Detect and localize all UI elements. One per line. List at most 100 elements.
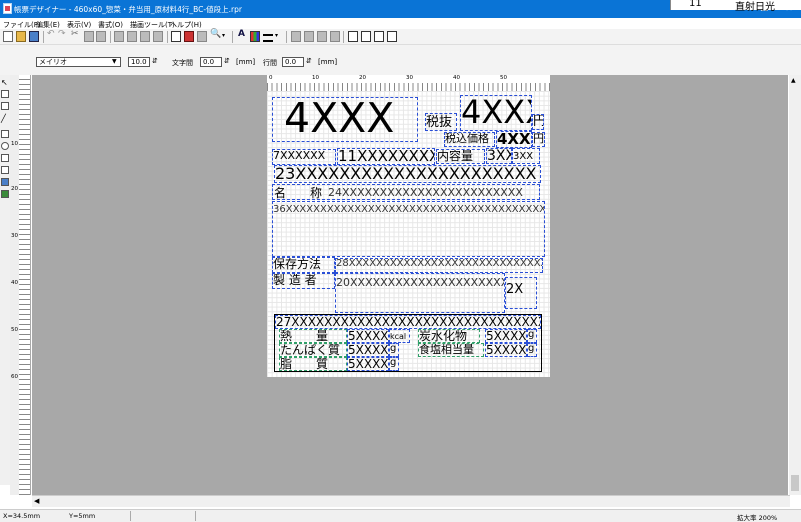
- font-size-input[interactable]: 10.0: [128, 57, 150, 67]
- v-ruler-mark: 20: [11, 186, 18, 192]
- table-icon[interactable]: [197, 31, 207, 42]
- vertical-scrollbar[interactable]: ▲: [789, 75, 801, 495]
- zoom-dropdown-icon[interactable]: ▾: [222, 32, 232, 43]
- g2-field[interactable]: g: [389, 343, 399, 357]
- h-ruler-mark: 40: [453, 75, 460, 81]
- g1-field[interactable]: g: [527, 329, 537, 343]
- image-tool-icon[interactable]: [1, 190, 9, 198]
- field-27[interactable]: 27XXXXXXXXXXXXXXXXXXXXXXXXXXXXXXXX: [275, 315, 541, 329]
- align-icon-3[interactable]: [140, 31, 150, 42]
- undo-icon[interactable]: ↶: [47, 29, 57, 40]
- tanpaku-field[interactable]: たんぱく質: [279, 343, 347, 357]
- field-36[interactable]: 36XXXXXXXXXXXXXXXXXXXXXXXXXXXXXXXXXXXXXX…: [272, 201, 545, 257]
- barcode-tool-icon[interactable]: [1, 102, 9, 110]
- field-28[interactable]: 28XXXXXXXXXXXXXXXXXXXXXXXXXXXXXX: [335, 258, 543, 273]
- column-tool-icon[interactable]: [1, 166, 9, 174]
- frame-icon-2[interactable]: [361, 31, 371, 42]
- line-tool-icon[interactable]: ╱: [1, 114, 9, 123]
- field-3b[interactable]: 3XX: [512, 148, 540, 164]
- frame-icon-4[interactable]: [387, 31, 397, 42]
- field-2x[interactable]: 2X: [505, 277, 537, 309]
- field-20[interactable]: 20XXXXXXXXXXXXXXXXXXXXXX: [335, 273, 505, 313]
- scroll-left-icon[interactable]: ◀: [34, 497, 39, 505]
- text-tool-icon[interactable]: [1, 90, 9, 98]
- redo-icon[interactable]: ↷: [58, 29, 68, 40]
- shokuen-field[interactable]: 食塩相当量: [418, 343, 484, 357]
- label-paper[interactable]: 4XXX 税抜 4XXX 円 税込価格（ 4XXX 円） 7XXXXXX 11X…: [267, 91, 550, 377]
- naiyoryo-field[interactable]: 内容量: [436, 149, 485, 164]
- line-dropdown-icon[interactable]: ▾: [275, 32, 285, 43]
- price-big-field[interactable]: 4XXX: [460, 95, 532, 131]
- align-icon-2[interactable]: [127, 31, 137, 42]
- char-spacing-input[interactable]: 0.0: [200, 57, 222, 67]
- field-tool-icon[interactable]: [1, 154, 9, 162]
- meisho-row[interactable]: 名 称 24XXXXXXXXXXXXXXXXXXXXXXXX: [272, 184, 540, 200]
- line-spacing-label: 行間: [263, 59, 277, 67]
- yen-close-field[interactable]: 円）: [532, 132, 545, 147]
- font-name-select[interactable]: メイリオ: [36, 57, 121, 67]
- zeinuki-field[interactable]: 税抜: [425, 113, 457, 131]
- save-icon[interactable]: [29, 31, 39, 42]
- g3-field[interactable]: g: [527, 343, 537, 357]
- behind-number: 11: [689, 0, 702, 9]
- kcal-field[interactable]: kcal: [389, 329, 410, 343]
- tanka-field[interactable]: 炭水化物: [418, 329, 480, 343]
- hozon-field[interactable]: 保存方法: [272, 257, 335, 273]
- seizosha-field[interactable]: 製 造 者: [272, 273, 335, 289]
- font-color-icon[interactable]: A: [238, 29, 248, 40]
- picture-icon[interactable]: [184, 31, 194, 42]
- v2-field[interactable]: 5XXXX: [485, 329, 527, 343]
- fill-color-icon[interactable]: [250, 31, 260, 42]
- rectangle-tool-icon[interactable]: [1, 130, 9, 138]
- shishitsu-field[interactable]: 脂 質: [279, 357, 347, 371]
- zeikomi-label-field[interactable]: 税込価格（: [444, 132, 495, 147]
- line-spacing-input[interactable]: 0.0: [282, 57, 304, 67]
- line-spacing-spinner-icon[interactable]: ⇵: [306, 57, 312, 65]
- netsu-field[interactable]: 熱 量: [279, 329, 347, 343]
- v1-field[interactable]: 5XXXX: [347, 329, 389, 343]
- ellipse-tool-icon[interactable]: [1, 142, 9, 150]
- status-x: X=34.5mm: [3, 512, 41, 520]
- chevron-down-icon[interactable]: ▼: [112, 58, 117, 65]
- align-icon-4[interactable]: [153, 31, 163, 42]
- paste-icon[interactable]: [96, 31, 106, 42]
- field-23[interactable]: 23XXXXXXXXXXXXXXXXXXXXXX: [274, 165, 541, 183]
- copy-icon[interactable]: [84, 31, 94, 42]
- new-file-icon[interactable]: [3, 31, 13, 42]
- v5-field[interactable]: 5XXXX: [347, 357, 389, 371]
- h-ruler-mark: 0: [269, 75, 273, 81]
- yen-field[interactable]: 円: [532, 114, 544, 130]
- horizontal-scrollbar[interactable]: ◀: [32, 495, 790, 507]
- menu-bar: ファイル(F) 編集(E) 表示(V) 書式(O) 描画ツール(T) ヘルプ(H…: [0, 18, 801, 29]
- text-align-left-icon[interactable]: [291, 31, 301, 42]
- char-spacing-spinner-icon[interactable]: ⇵: [224, 57, 230, 65]
- cut-icon[interactable]: ✂: [71, 29, 81, 40]
- font-size-spinner-icon[interactable]: ⇵: [152, 57, 158, 65]
- v3-field[interactable]: 5XXXX: [347, 343, 389, 357]
- zoom-icon[interactable]: 🔍: [210, 29, 221, 40]
- text-align-right-icon[interactable]: [317, 31, 327, 42]
- align-icon-1[interactable]: [114, 31, 124, 42]
- v-ruler-mark: 10: [11, 141, 18, 147]
- draw-tool-palette: ↖ ╱: [0, 75, 10, 485]
- text-align-center-icon[interactable]: [304, 31, 314, 42]
- field-24: 24XXXXXXXXXXXXXXXXXXXXXXXX: [328, 186, 523, 199]
- field-3a[interactable]: 3XX: [486, 148, 512, 164]
- scroll-up-icon[interactable]: ▲: [791, 77, 796, 84]
- text-justify-icon[interactable]: [330, 31, 340, 42]
- field-11[interactable]: 11XXXXXXXXX: [337, 148, 435, 165]
- frame-icon-3[interactable]: [374, 31, 384, 42]
- table-tool-icon[interactable]: [1, 178, 9, 186]
- g4-field[interactable]: g: [389, 357, 399, 371]
- behind-text: 直射日光: [735, 2, 775, 13]
- line-style-icon[interactable]: [263, 34, 273, 42]
- grid-icon[interactable]: [171, 31, 181, 42]
- scroll-thumb[interactable]: [791, 475, 799, 491]
- pointer-icon[interactable]: ↖: [1, 78, 9, 87]
- frame-icon-1[interactable]: [348, 31, 358, 42]
- open-folder-icon[interactable]: [16, 31, 26, 42]
- v4-field[interactable]: 5XXXX: [485, 343, 527, 357]
- price-tax-field[interactable]: 4XXX: [496, 131, 532, 148]
- field-7[interactable]: 7XXXXXX: [272, 149, 336, 165]
- price-main-field[interactable]: 4XXX: [272, 97, 418, 142]
